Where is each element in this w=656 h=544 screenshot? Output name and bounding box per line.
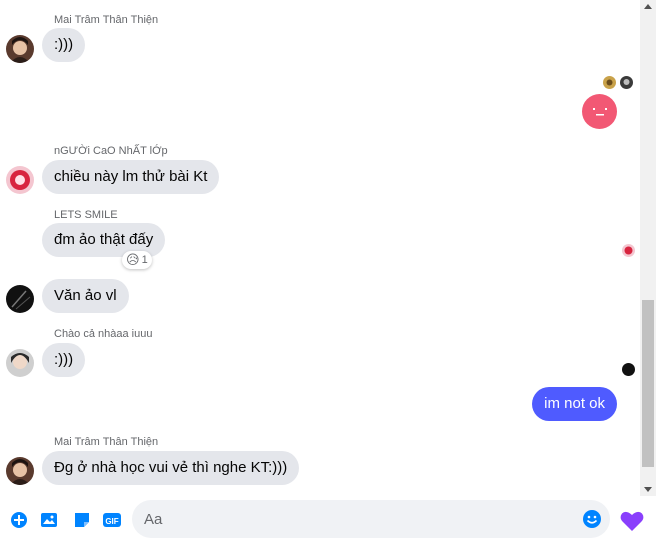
- seen-avatar: [620, 76, 633, 89]
- reaction-badge[interactable]: 😥 1: [122, 251, 152, 269]
- scrollbar[interactable]: [640, 0, 656, 496]
- heart-icon[interactable]: [619, 508, 645, 534]
- message-list[interactable]: Mai Trâm Thân Thiện :))) nGƯỜi CaO NhẤT …: [0, 0, 640, 496]
- input-placeholder: Aa: [144, 511, 163, 528]
- message-input[interactable]: Aa: [132, 500, 610, 538]
- sender-name: Mai Trâm Thân Thiện: [54, 436, 159, 448]
- message-bubble[interactable]: chiều này lm thử bài Kt: [42, 160, 220, 194]
- sender-name: nGƯỜi CaO NhẤT lỚp: [54, 145, 168, 157]
- message-bubble[interactable]: :))): [42, 343, 86, 377]
- avatar[interactable]: [6, 349, 34, 377]
- svg-text:GIF: GIF: [105, 517, 118, 526]
- sad-face-icon: [592, 107, 607, 115]
- scroll-down-arrow-icon[interactable]: [644, 487, 652, 492]
- seen-avatar: [622, 244, 635, 257]
- avatar[interactable]: [6, 285, 34, 313]
- sender-name: Chào cả nhàaa iuuu: [54, 328, 153, 340]
- outgoing-message-bubble[interactable]: im not ok: [532, 387, 617, 421]
- sticker[interactable]: [582, 94, 617, 129]
- photo-icon[interactable]: [39, 510, 59, 530]
- seen-avatar: [622, 363, 635, 376]
- scrollbar-thumb[interactable]: [642, 300, 654, 467]
- emoji-icon[interactable]: [582, 509, 602, 529]
- reaction-emoji: 😥: [126, 252, 140, 267]
- gif-icon[interactable]: GIF: [102, 510, 122, 530]
- avatar[interactable]: [6, 35, 34, 63]
- sender-name: LETS SMILE: [54, 209, 118, 221]
- avatar[interactable]: [6, 457, 34, 485]
- message-bubble[interactable]: Đg ở nhà học vui vẻ thì nghe KT:))): [42, 451, 300, 485]
- seen-avatar: [603, 76, 616, 89]
- avatar[interactable]: [6, 166, 34, 194]
- message-bubble[interactable]: Văn ảo vl: [42, 279, 129, 313]
- scroll-up-arrow-icon[interactable]: [644, 4, 652, 9]
- sticker-icon[interactable]: [72, 510, 92, 530]
- plus-circle-icon[interactable]: [9, 510, 29, 530]
- message-bubble[interactable]: :))): [42, 28, 86, 62]
- sender-name: Mai Trâm Thân Thiện: [54, 14, 159, 26]
- reaction-count: 1: [141, 254, 148, 266]
- composer-bar: GIF Aa: [0, 496, 656, 544]
